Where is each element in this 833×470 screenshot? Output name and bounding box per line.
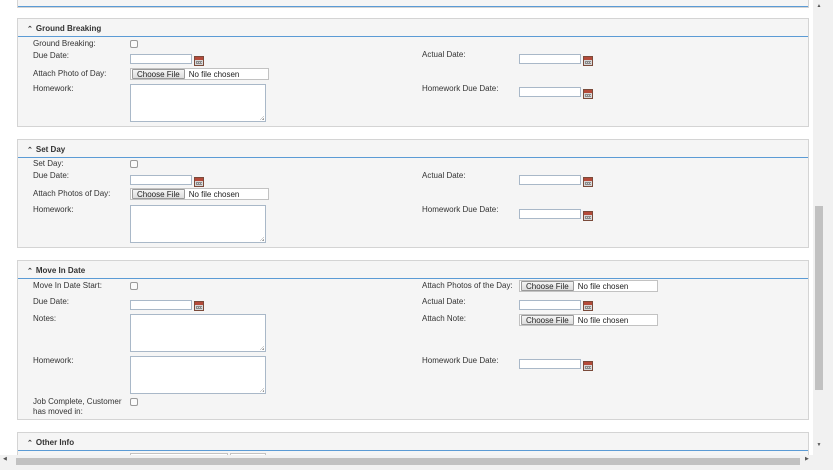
- attach-photo-label: Attach Photo of Day:: [33, 69, 107, 78]
- due-date-input[interactable]: [130, 54, 192, 64]
- previous-section-bottom: [17, 0, 809, 8]
- attach-photo-file-input[interactable]: Choose File No file chosen: [130, 68, 269, 80]
- move-in-start-checkbox[interactable]: [130, 282, 138, 290]
- job-complete-label-line2: has moved in:: [33, 407, 83, 416]
- due-date-label: Due Date:: [33, 297, 70, 306]
- section-divider: [18, 450, 808, 451]
- horizontal-scroll-thumb[interactable]: [16, 458, 800, 465]
- section-other-info: ⌃ Other Info: [17, 432, 809, 455]
- scroll-right-arrow-icon[interactable]: ▶: [805, 456, 809, 462]
- section-title: Ground Breaking: [35, 24, 102, 33]
- chevron-up-double-icon[interactable]: ⌃: [27, 268, 33, 275]
- actual-date-input[interactable]: [519, 54, 581, 64]
- homework-label: Homework:: [33, 356, 74, 365]
- actual-date-label: Actual Date:: [422, 171, 466, 180]
- homework-label: Homework:: [33, 205, 74, 214]
- job-complete-label: Job Complete, Customer has moved in:: [33, 397, 121, 417]
- section-divider: [18, 157, 808, 158]
- scroll-left-arrow-icon[interactable]: ◀: [3, 456, 7, 462]
- homework-due-date-input[interactable]: [519, 359, 581, 369]
- calendar-icon[interactable]: [583, 361, 593, 371]
- homework-textarea[interactable]: [130, 205, 266, 243]
- choose-file-button[interactable]: Choose File: [521, 315, 574, 325]
- due-date-label: Due Date:: [33, 171, 70, 180]
- section-ground-breaking: ⌃ Ground Breaking Ground Breaking: Due Da…: [17, 18, 809, 127]
- choose-file-button[interactable]: Choose File: [132, 69, 185, 79]
- homework-due-date-label: Homework Due Date:: [422, 84, 499, 93]
- attach-photos-day-label: Attach Photos of the Day:: [422, 281, 513, 290]
- choose-file-button[interactable]: Choose File: [521, 281, 574, 291]
- section-move-in-date-header[interactable]: ⌃ Move In Date: [27, 266, 85, 275]
- actual-date-input[interactable]: [519, 175, 581, 185]
- form-viewport: ⌃ Ground Breaking Ground Breaking: Due Da…: [0, 0, 813, 455]
- job-complete-checkbox[interactable]: [130, 398, 138, 406]
- section-title: Set Day: [35, 145, 66, 154]
- section-set-day: ⌃ Set Day Set Day: Due Date: Actual Date:…: [17, 139, 809, 248]
- ground-breaking-label: Ground Breaking:: [33, 39, 96, 48]
- calendar-icon[interactable]: [194, 177, 204, 187]
- due-date-label: Due Date:: [33, 51, 70, 60]
- choose-file-button[interactable]: Choose File: [132, 189, 185, 199]
- file-status: No file chosen: [188, 189, 240, 199]
- scroll-down-arrow-icon[interactable]: ▼: [813, 442, 825, 448]
- chevron-up-double-icon[interactable]: ⌃: [27, 26, 33, 33]
- section-move-in-date: ⌃ Move In Date Move In Date Start: Attach…: [17, 260, 809, 420]
- calendar-icon[interactable]: [194, 56, 204, 66]
- chevron-up-double-icon[interactable]: ⌃: [27, 147, 33, 154]
- section-divider: [18, 278, 808, 279]
- vertical-scrollbar[interactable]: ▲ ▼: [813, 0, 833, 455]
- homework-label: Homework:: [33, 84, 74, 93]
- due-date-input[interactable]: [130, 175, 192, 185]
- calendar-icon[interactable]: [583, 177, 593, 187]
- actual-date-label: Actual Date:: [422, 50, 466, 59]
- move-in-start-label: Move In Date Start:: [33, 281, 102, 290]
- homework-due-date-input[interactable]: [519, 209, 581, 219]
- notes-textarea[interactable]: [130, 314, 266, 352]
- section-title: Move In Date: [35, 266, 86, 275]
- notes-label: Notes:: [33, 314, 57, 323]
- calendar-icon[interactable]: [583, 211, 593, 221]
- scroll-up-arrow-icon[interactable]: ▲: [813, 3, 825, 9]
- attach-photos-label: Attach Photos of Day:: [33, 189, 111, 198]
- section-title: Other Info: [35, 438, 75, 447]
- attach-note-label: Attach Note:: [422, 314, 467, 323]
- vertical-scroll-thumb[interactable]: [815, 206, 823, 390]
- calendar-icon[interactable]: [583, 56, 593, 66]
- section-other-info-header[interactable]: ⌃ Other Info: [27, 438, 74, 447]
- calendar-icon[interactable]: [194, 301, 204, 311]
- job-complete-label-line1: Job Complete, Customer: [33, 397, 122, 406]
- attach-note-file-input[interactable]: Choose File No file chosen: [519, 314, 658, 326]
- ground-breaking-checkbox[interactable]: [130, 40, 138, 48]
- calendar-icon[interactable]: [583, 89, 593, 99]
- horizontal-scrollbar[interactable]: ◀ ▶: [0, 455, 833, 470]
- homework-textarea[interactable]: [130, 356, 266, 394]
- section-divider: [18, 36, 808, 37]
- file-status: No file chosen: [188, 69, 240, 79]
- set-day-label: Set Day:: [33, 159, 64, 168]
- attach-photos-day-file-input[interactable]: Choose File No file chosen: [519, 280, 658, 292]
- actual-date-label: Actual Date:: [422, 297, 466, 306]
- actual-date-input[interactable]: [519, 300, 581, 310]
- chevron-up-double-icon[interactable]: ⌃: [27, 440, 33, 447]
- section-set-day-header[interactable]: ⌃ Set Day: [27, 145, 65, 154]
- file-status: No file chosen: [577, 315, 629, 325]
- homework-due-date-label: Homework Due Date:: [422, 356, 499, 365]
- homework-textarea[interactable]: [130, 84, 266, 122]
- homework-due-date-label: Homework Due Date:: [422, 205, 499, 214]
- file-status: No file chosen: [577, 281, 629, 291]
- calendar-icon[interactable]: [583, 301, 593, 311]
- homework-due-date-input[interactable]: [519, 87, 581, 97]
- due-date-input[interactable]: [130, 300, 192, 310]
- set-day-checkbox[interactable]: [130, 160, 138, 168]
- attach-photos-file-input[interactable]: Choose File No file chosen: [130, 188, 269, 200]
- section-ground-breaking-header[interactable]: ⌃ Ground Breaking: [27, 24, 101, 33]
